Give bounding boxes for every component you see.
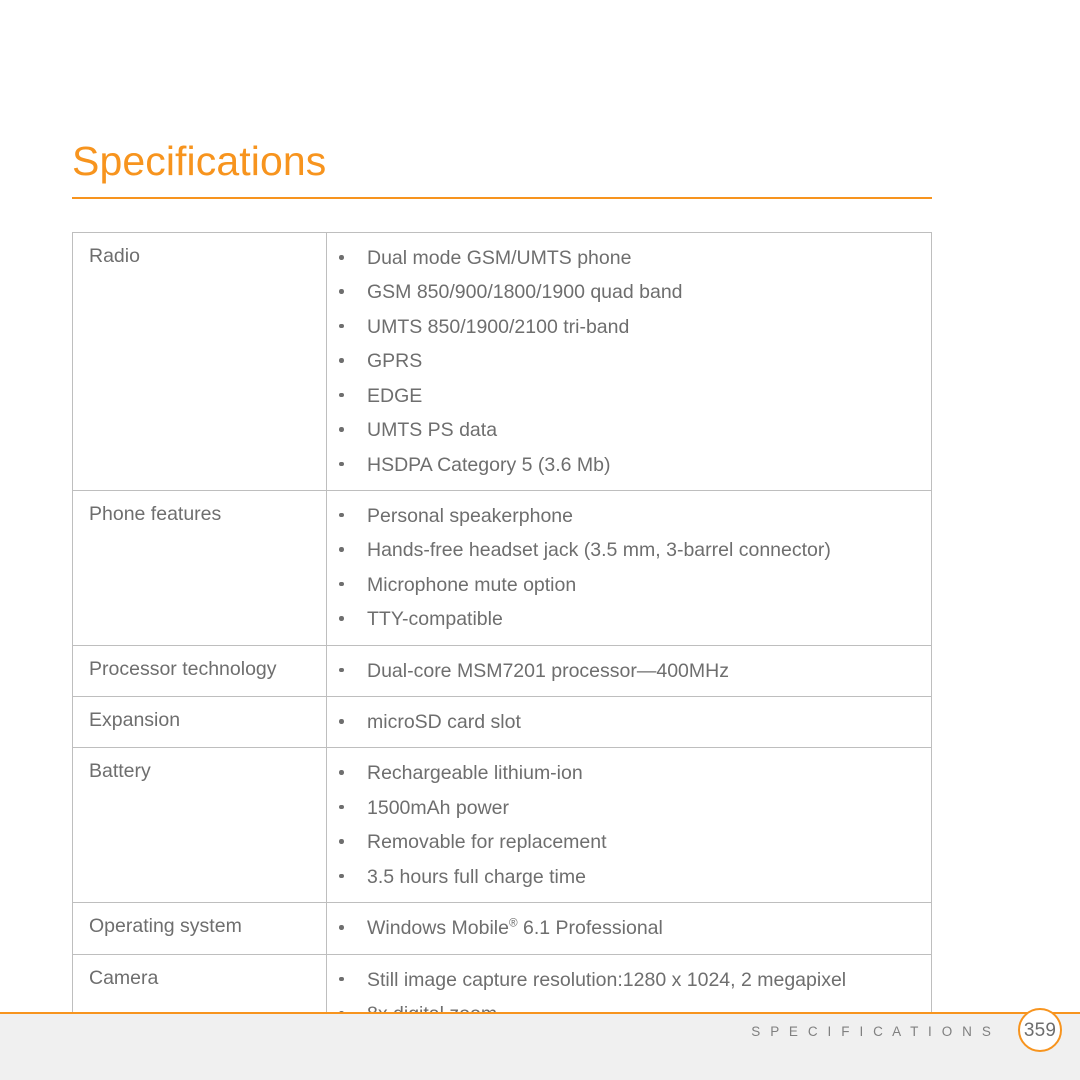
bullet-dot-icon: [339, 323, 344, 329]
bullet-dot-icon: [339, 392, 344, 398]
title-underline-rule: [72, 197, 932, 200]
spec-value-cell: Dual mode GSM/UMTS phone GSM 850/900/1800…: [326, 232, 932, 491]
spec-bullet-text: 3.5 hours full charge time: [367, 865, 586, 888]
spec-bullet-item: UMTS 850/1900/2100 tri-band: [327, 316, 921, 338]
spec-bullet-item: Removable for replacement: [327, 831, 921, 853]
bullet-dot-icon: [339, 512, 344, 518]
bullet-dot-icon: [339, 616, 344, 621]
specifications-table: Radio Dual mode GSM/UMTS phone GSM 850/900…: [72, 232, 932, 1041]
bullet-dot-icon: [339, 667, 344, 673]
spec-label-cell: Radio: [72, 232, 327, 491]
bullet-dot-icon: [339, 976, 344, 982]
bullet-dot-icon: [339, 358, 344, 363]
bullet-dot-icon: [339, 804, 344, 810]
spec-bullet-item: 3.5 hours full charge time: [327, 866, 921, 888]
spec-label-cell: Operating system: [72, 902, 327, 955]
table-row: Radio Dual mode GSM/UMTS phone GSM 850/900…: [72, 232, 932, 491]
bullet-dot-icon: [339, 925, 344, 930]
spec-bullet-text: Dual mode GSM/UMTS phone: [367, 247, 632, 269]
spec-bullet-text: GPRS: [367, 350, 423, 373]
spec-bullet-item: Microphone mute option: [327, 574, 921, 596]
spec-label-cell: Phone features: [72, 489, 327, 646]
spec-bullet-item: Dual mode GSM/UMTS phone: [327, 247, 921, 269]
spec-bullet-item: GPRS: [327, 350, 921, 372]
spec-value-cell: microSD card slot: [326, 696, 932, 749]
bullet-dot-icon: [339, 719, 344, 724]
spec-bullet-text: HSDPA Category 5 (3.6 Mb): [367, 453, 611, 476]
spec-label-cell: Processor technology: [72, 644, 327, 698]
bullet-dot-icon: [339, 289, 344, 294]
page-title: Specifications: [72, 138, 327, 184]
bullet-dot-icon: [339, 427, 344, 432]
spec-bullet-item: GSM 850/900/1800/1900 quad band: [327, 281, 921, 303]
bullet-dot-icon: [339, 461, 344, 467]
spec-bullet-list: Rechargeable lithium-ion 1500mAh power Rem…: [327, 762, 921, 888]
spec-bullet-text: EDGE: [367, 384, 423, 407]
spec-bullet-item: Still image capture resolution:1280 x 10…: [327, 969, 921, 991]
table-row: Processor technology Dual-core MSM7201 pr…: [72, 644, 932, 698]
spec-value-cell: Rechargeable lithium-ion 1500mAh power Rem…: [326, 747, 932, 904]
document-page: Specifications Radio Dual mode GSM/UMTS p…: [0, 0, 1080, 1080]
spec-bullet-item: Personal speakerphone: [327, 505, 921, 527]
spec-bullet-list: Dual mode GSM/UMTS phone GSM 850/900/1800…: [327, 247, 921, 476]
spec-bullet-text: microSD card slot: [367, 711, 521, 734]
bullet-dot-icon: [339, 255, 344, 260]
spec-bullet-item: Hands-free headset jack (3.5 mm, 3-barre…: [327, 539, 921, 561]
table-row: Expansion microSD card slot: [72, 696, 932, 749]
spec-bullet-list: Personal speakerphone Hands-free headset …: [327, 505, 921, 631]
title-block: Specifications: [72, 138, 932, 200]
spec-bullet-text: 1500mAh power: [367, 796, 510, 819]
spec-bullet-text: Personal speakerphone: [367, 504, 573, 527]
table-row: Operating system Windows Mobile® 6.1 Prof…: [72, 902, 932, 955]
page-number: 359: [1023, 1019, 1057, 1041]
table-row: Battery Rechargeable lithium-ion 1500mAh p…: [72, 747, 932, 904]
spec-value-cell: Personal speakerphone Hands-free headset …: [326, 489, 932, 646]
spec-bullet-text: GSM 850/900/1800/1900 quad band: [367, 281, 683, 304]
specifications-table-body: Radio Dual mode GSM/UMTS phone GSM 850/900…: [72, 232, 932, 1041]
bullet-dot-icon: [339, 547, 344, 552]
spec-bullet-text: Removable for replacement: [367, 831, 607, 854]
bullet-dot-icon: [339, 839, 344, 844]
bullet-dot-icon: [339, 873, 344, 879]
spec-label-cell: Battery: [72, 747, 327, 904]
spec-bullet-item: Windows Mobile® 6.1 Professional: [327, 917, 921, 939]
spec-value-cell: Windows Mobile® 6.1 Professional: [326, 902, 932, 955]
bullet-dot-icon: [339, 770, 344, 775]
page-number-badge: 359: [1018, 1008, 1062, 1052]
spec-bullet-text: UMTS PS data: [367, 419, 498, 442]
spec-bullet-text: Rechargeable lithium-ion: [367, 762, 583, 785]
spec-bullet-list: Windows Mobile® 6.1 Professional: [327, 917, 921, 939]
spec-bullet-text: Windows Mobile® 6.1 Professional: [367, 916, 663, 940]
spec-bullet-item: 1500mAh power: [327, 797, 921, 819]
bullet-dot-icon: [339, 581, 344, 587]
spec-bullet-item: Dual-core MSM7201 processor—400MHz: [327, 660, 921, 682]
spec-bullet-text: UMTS 850/1900/2100 tri-band: [367, 315, 630, 338]
spec-bullet-text: TTY-compatible: [367, 608, 503, 631]
spec-bullet-item: microSD card slot: [327, 711, 921, 733]
spec-bullet-text: Still image capture resolution:1280 x 10…: [367, 968, 847, 991]
spec-bullet-list: Dual-core MSM7201 processor—400MHz: [327, 660, 921, 682]
spec-bullet-item: EDGE: [327, 385, 921, 407]
spec-bullet-text: Dual-core MSM7201 processor—400MHz: [367, 659, 729, 682]
spec-bullet-item: TTY-compatible: [327, 608, 921, 630]
spec-bullet-text: Hands-free headset jack (3.5 mm, 3-barre…: [367, 539, 831, 562]
spec-bullet-list: microSD card slot: [327, 711, 921, 733]
footer-section-label: S P E C I F I C A T I O N S: [751, 1024, 994, 1039]
spec-bullet-item: HSDPA Category 5 (3.6 Mb): [327, 454, 921, 476]
table-row: Phone features Personal speakerphone Hands…: [72, 489, 932, 646]
spec-bullet-item: Rechargeable lithium-ion: [327, 762, 921, 784]
spec-value-cell: Dual-core MSM7201 processor—400MHz: [326, 644, 932, 698]
spec-label-cell: Expansion: [72, 696, 327, 749]
spec-bullet-text: Microphone mute option: [367, 573, 577, 596]
spec-bullet-item: UMTS PS data: [327, 419, 921, 441]
